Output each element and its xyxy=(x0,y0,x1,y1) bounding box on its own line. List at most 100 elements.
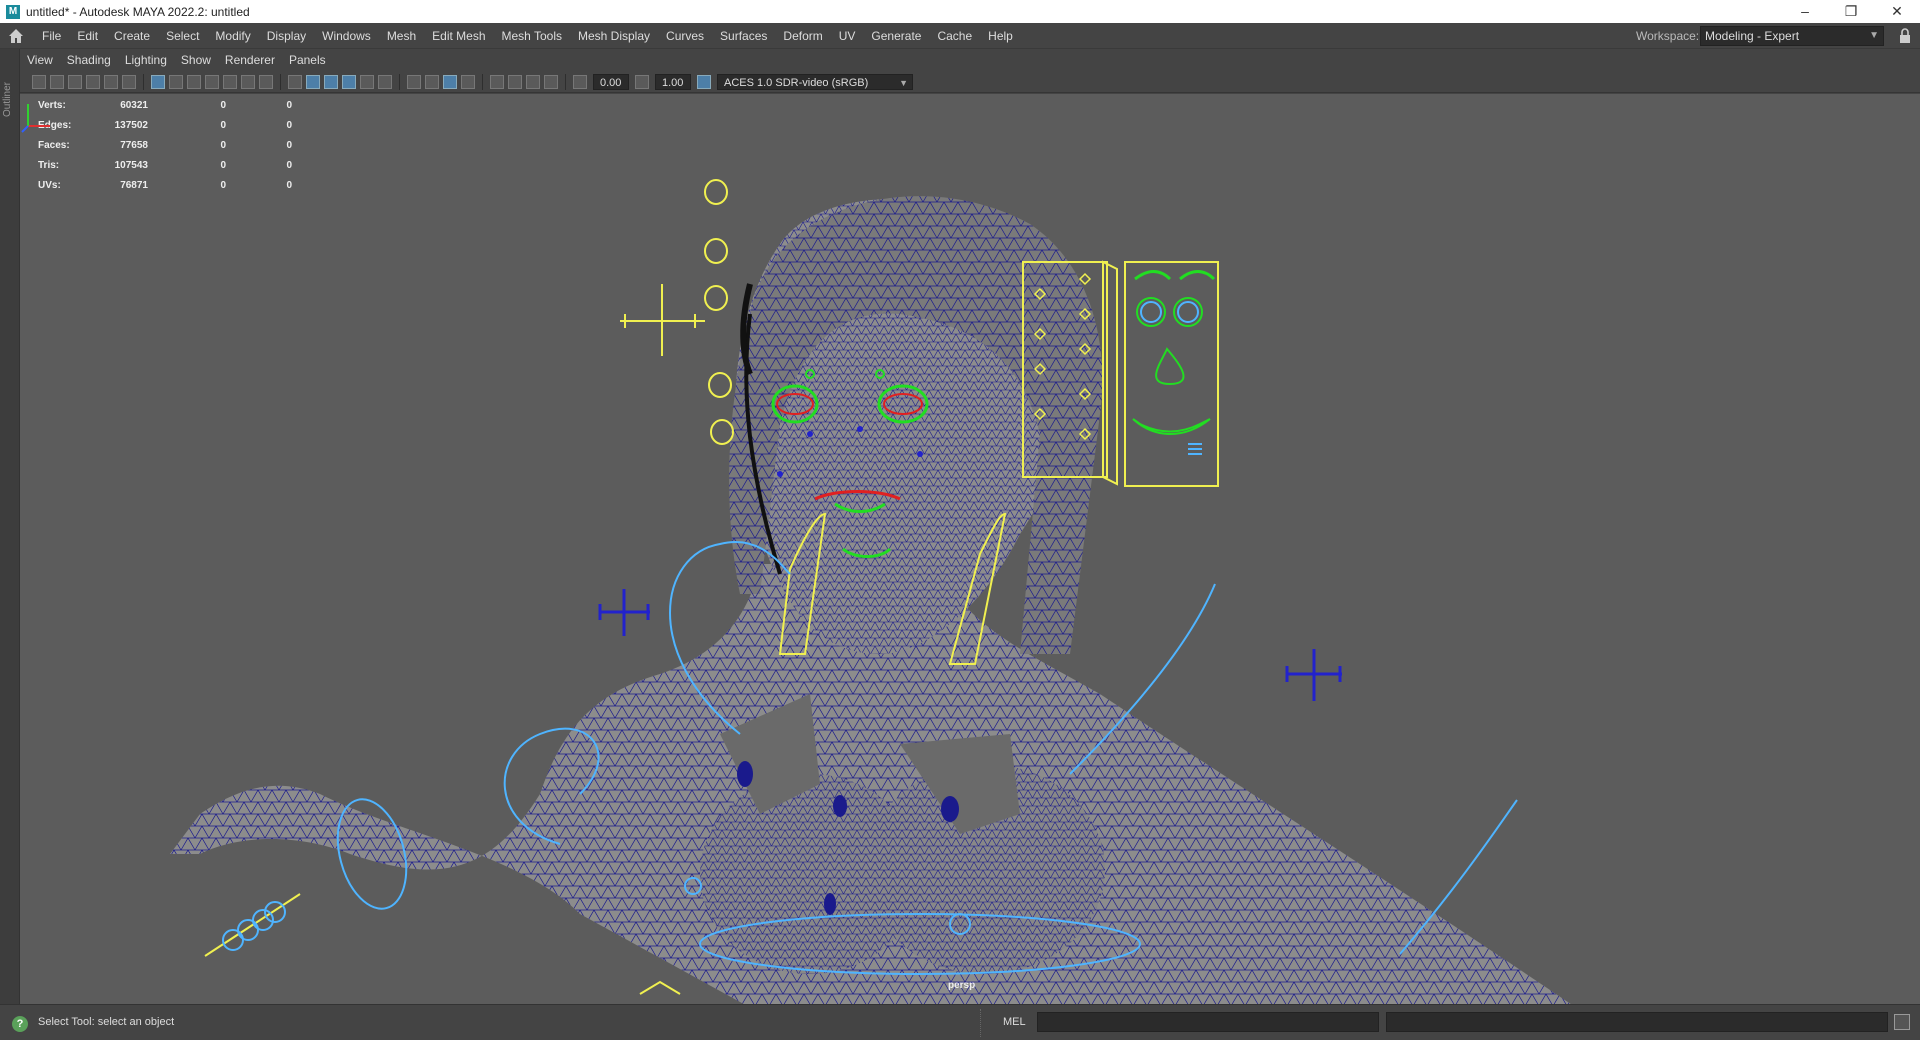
command-line-input[interactable] xyxy=(1037,1012,1379,1032)
poly-count-hud: Verts: 60321 0 0 Edges: 137502 0 0 Faces… xyxy=(38,95,292,195)
menu-generate[interactable]: Generate xyxy=(863,23,929,49)
menu-display[interactable]: Display xyxy=(259,23,314,49)
gate-mask-icon[interactable] xyxy=(205,74,219,89)
resolution-gate-icon[interactable] xyxy=(187,74,201,89)
view-axis-gizmo-icon xyxy=(21,104,50,133)
film-gate-icon[interactable] xyxy=(169,74,183,89)
wireframe-icon[interactable] xyxy=(288,74,302,89)
menu-modify[interactable]: Modify xyxy=(207,23,258,49)
field-chart-icon[interactable] xyxy=(223,74,237,89)
perspective-viewport[interactable]: Verts: 60321 0 0 Edges: 137502 0 0 Faces… xyxy=(20,94,1920,1004)
panel-menu-renderer[interactable]: Renderer xyxy=(218,53,282,67)
safe-action-icon[interactable] xyxy=(241,74,255,89)
lock-icon[interactable] xyxy=(1898,28,1912,44)
camera-name-label: persp xyxy=(948,980,976,991)
use-all-lights-icon[interactable] xyxy=(360,74,374,89)
outliner-strip[interactable]: Outliner xyxy=(0,49,20,1004)
hud-selected: 0 xyxy=(220,179,226,191)
2d-pan-zoom-icon[interactable] xyxy=(104,74,118,89)
menu-edit[interactable]: Edit xyxy=(69,23,106,49)
xray-icon[interactable] xyxy=(508,74,522,89)
view-transform-value: ACES 1.0 SDR-video (sRGB) xyxy=(724,76,869,89)
maya-app-icon: M xyxy=(6,4,20,19)
image-plane-icon[interactable] xyxy=(86,74,100,89)
menu-create[interactable]: Create xyxy=(106,23,158,49)
xray-active-icon[interactable] xyxy=(544,74,558,89)
hud-selected: 0 xyxy=(220,119,226,131)
isolate-select-icon[interactable] xyxy=(490,74,504,89)
restore-button[interactable]: ❐ xyxy=(1828,0,1874,23)
safe-title-icon[interactable] xyxy=(259,74,273,89)
character-mesh[interactable] xyxy=(170,196,1600,1004)
hud-label: Tris: xyxy=(38,159,60,171)
minimize-button[interactable]: – xyxy=(1782,0,1828,23)
menu-uv[interactable]: UV xyxy=(831,23,864,49)
menu-curves[interactable]: Curves xyxy=(658,23,712,49)
grid-icon[interactable] xyxy=(151,74,165,89)
hud-row-edges: Edges: 137502 0 0 xyxy=(38,115,292,135)
hud-value: 77658 xyxy=(120,139,148,151)
close-button[interactable]: ✕ xyxy=(1874,0,1920,23)
textured-icon[interactable] xyxy=(342,74,356,89)
xray-joints-icon[interactable] xyxy=(526,74,540,89)
hud-row-faces: Faces: 77658 0 0 xyxy=(38,135,292,155)
anti-aliasing-icon[interactable] xyxy=(443,74,457,89)
hud-label: Faces: xyxy=(38,139,70,151)
window-titlebar: M untitled* - Autodesk MAYA 2022.2: unti… xyxy=(0,0,1920,23)
main-menubar: File Edit Create Select Modify Display W… xyxy=(0,23,1920,49)
menu-edit-mesh[interactable]: Edit Mesh xyxy=(424,23,493,49)
gamma-icon[interactable] xyxy=(635,74,649,89)
shadows-icon[interactable] xyxy=(378,74,392,89)
hud-component: 0 xyxy=(286,99,292,111)
window-title: untitled* - Autodesk MAYA 2022.2: untitl… xyxy=(26,4,250,19)
menu-mesh-tools[interactable]: Mesh Tools xyxy=(494,23,570,49)
home-icon[interactable] xyxy=(6,26,26,46)
hud-component: 0 xyxy=(286,179,292,191)
bookmarks-icon[interactable] xyxy=(68,74,82,89)
screen-space-ao-icon[interactable] xyxy=(407,74,421,89)
motion-blur-icon[interactable] xyxy=(425,74,439,89)
menu-mesh-display[interactable]: Mesh Display xyxy=(570,23,658,49)
wireframe-on-shaded-icon[interactable] xyxy=(324,74,338,89)
menu-file[interactable]: File xyxy=(34,23,69,49)
toolbar-separator xyxy=(399,73,400,90)
panel-menu-view[interactable]: View xyxy=(20,53,60,67)
script-editor-icon[interactable] xyxy=(1894,1014,1910,1030)
gamma-field[interactable]: 1.00 xyxy=(655,73,691,90)
depth-of-field-icon[interactable] xyxy=(461,74,475,89)
hud-row-uvs: UVs: 76871 0 0 xyxy=(38,175,292,195)
menu-deform[interactable]: Deform xyxy=(775,23,830,49)
workspace-label: Workspace: xyxy=(1636,29,1700,43)
toolbar-separator xyxy=(482,73,483,90)
menu-windows[interactable]: Windows xyxy=(314,23,379,49)
panel-toolbar: 0.00 1.00 ACES 1.0 SDR-video (sRGB) ▼ xyxy=(20,71,1920,93)
hud-value: 107543 xyxy=(114,159,148,171)
grease-pencil-icon[interactable] xyxy=(122,74,136,89)
panel-menu-shading[interactable]: Shading xyxy=(60,53,118,67)
exposure-icon[interactable] xyxy=(573,74,587,89)
camera-attributes-icon[interactable] xyxy=(50,74,64,89)
panel-menu-lighting[interactable]: Lighting xyxy=(118,53,174,67)
toolbar-separator xyxy=(143,73,144,90)
panel-menu-show[interactable]: Show xyxy=(174,53,218,67)
menu-help[interactable]: Help xyxy=(980,23,1021,49)
scene-drawing xyxy=(170,179,1600,1004)
menu-cache[interactable]: Cache xyxy=(929,23,980,49)
workspace-dropdown[interactable]: Modeling - Expert ▼ xyxy=(1700,26,1884,46)
command-result-field xyxy=(1386,1012,1888,1032)
menu-surfaces[interactable]: Surfaces xyxy=(712,23,775,49)
exposure-field[interactable]: 0.00 xyxy=(593,73,629,90)
view-transform-dropdown[interactable]: ACES 1.0 SDR-video (sRGB) ▼ xyxy=(717,73,913,90)
hud-selected: 0 xyxy=(220,159,226,171)
outliner-tab[interactable]: Outliner xyxy=(2,57,13,117)
hud-row-verts: Verts: 60321 0 0 xyxy=(38,95,292,115)
panel-menu-panels[interactable]: Panels xyxy=(282,53,333,67)
command-language-toggle[interactable]: MEL xyxy=(1003,1016,1026,1028)
menu-select[interactable]: Select xyxy=(158,23,207,49)
smooth-shade-icon[interactable] xyxy=(306,74,320,89)
toolbar-separator xyxy=(280,73,281,90)
help-line-message: Select Tool: select an object xyxy=(38,1016,175,1028)
select-camera-icon[interactable] xyxy=(32,74,46,89)
color-management-icon[interactable] xyxy=(697,74,711,89)
menu-mesh[interactable]: Mesh xyxy=(379,23,424,49)
